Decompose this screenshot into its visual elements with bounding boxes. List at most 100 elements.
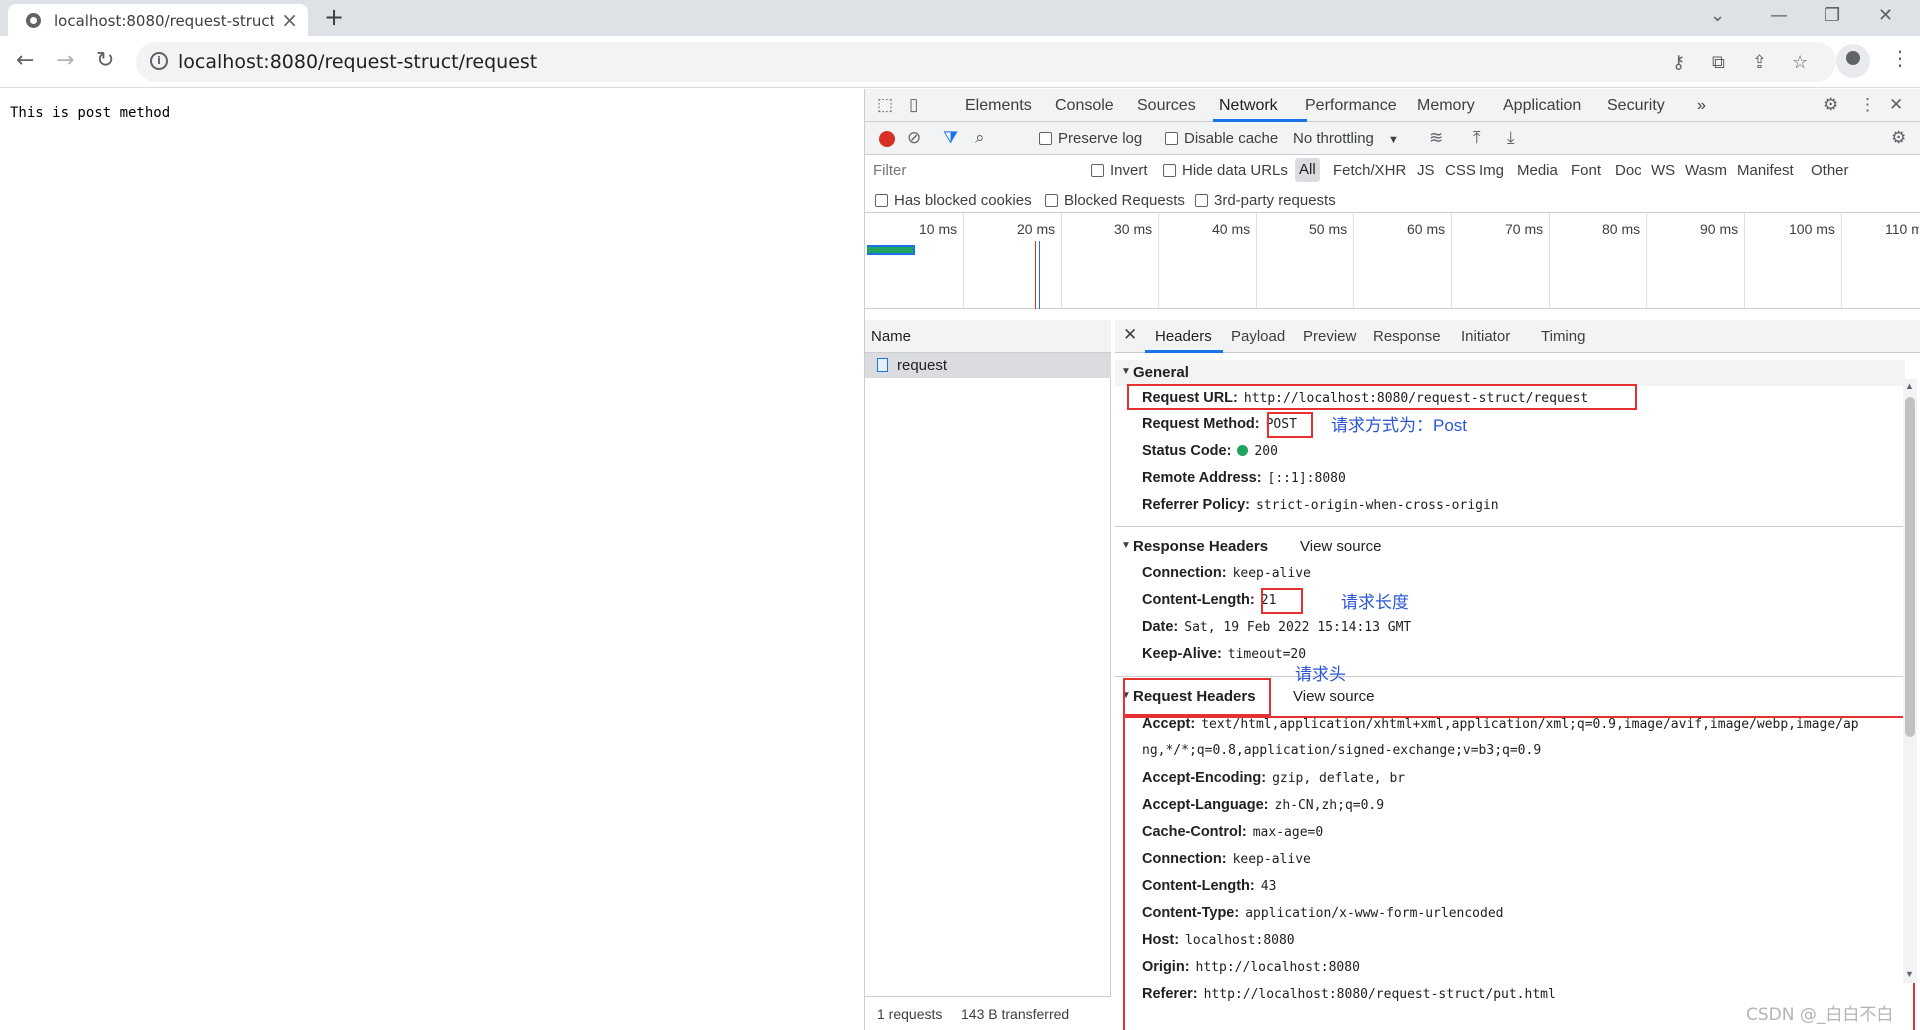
response-keep-alive-row: Keep-Alive: timeout=20	[1142, 646, 1307, 662]
new-tab-icon[interactable]: +	[324, 3, 344, 31]
network-settings-gear-icon[interactable]: ⚙	[1891, 128, 1906, 148]
status-bar: 1 requests 143 B transferred	[865, 996, 1111, 1030]
has-blocked-cookies-checkbox[interactable]: Has blocked cookies	[875, 192, 1032, 209]
network-conditions-icon[interactable]: ≋	[1429, 128, 1443, 148]
tab-response[interactable]: Response	[1373, 328, 1441, 345]
response-headers-section-header[interactable]: ▼ Response Headers View source	[1115, 534, 1905, 560]
grid-line	[1549, 213, 1550, 309]
tab-network[interactable]: Network	[1219, 97, 1278, 115]
request-details-pane: ✕ Headers Payload Preview Response Initi…	[1115, 320, 1920, 1030]
request-view-source-link[interactable]: View source	[1293, 688, 1374, 705]
grid-line	[1646, 213, 1647, 309]
type-filter-media[interactable]: Media	[1517, 162, 1558, 179]
tab-timing[interactable]: Timing	[1541, 328, 1585, 345]
filter-funnel-icon[interactable]: ⧩	[943, 128, 958, 148]
disable-cache-checkbox[interactable]: Disable cache	[1165, 130, 1278, 147]
request-list: Name request 1 requests 143 B transferre…	[865, 320, 1111, 1030]
tab-payload[interactable]: Payload	[1231, 328, 1285, 345]
bookmark-star-icon[interactable]: ☆	[1792, 52, 1808, 73]
third-party-requests-checkbox[interactable]: 3rd-party requests	[1195, 192, 1336, 209]
timeline-tick: 10 ms	[919, 221, 958, 237]
remote-address-row: Remote Address: [::1]:8080	[1142, 470, 1346, 486]
restore-icon[interactable]: ❐	[1824, 5, 1840, 26]
navigation-bar: ← → ↻ i localhost:8080/request-struct/re…	[0, 36, 1920, 88]
type-filter-img[interactable]: Img	[1479, 162, 1504, 179]
import-har-icon[interactable]: ⤒	[1473, 128, 1481, 148]
hide-data-urls-checkbox[interactable]: Hide data URLs	[1163, 162, 1288, 179]
blocked-requests-checkbox[interactable]: Blocked Requests	[1045, 192, 1185, 209]
divider	[1115, 676, 1905, 677]
grid-line	[1061, 213, 1062, 309]
details-scrollbar[interactable]: ▲ ▼	[1903, 379, 1917, 983]
type-filter-css[interactable]: CSS	[1445, 162, 1476, 179]
throttling-select[interactable]: No throttling ▼	[1293, 130, 1399, 147]
search-icon[interactable]: ⌕	[975, 128, 985, 148]
response-view-source-link[interactable]: View source	[1300, 538, 1381, 555]
close-details-icon[interactable]: ✕	[1123, 325, 1137, 345]
invert-checkbox[interactable]: Invert	[1091, 162, 1148, 179]
type-filter-font[interactable]: Font	[1571, 162, 1601, 179]
site-info-icon[interactable]: i	[150, 52, 168, 70]
devtools-menu-icon[interactable]: ⋮	[1859, 95, 1876, 115]
type-filter-wasm[interactable]: Wasm	[1685, 162, 1727, 179]
browser-menu-icon[interactable]: ⋮	[1890, 46, 1910, 70]
chevron-down-icon: ▼	[1388, 134, 1399, 146]
translate-icon[interactable]: ⧉	[1712, 52, 1725, 73]
tab-elements[interactable]: Elements	[965, 97, 1032, 115]
document-icon	[877, 358, 888, 372]
response-connection-row: Connection: keep-alive	[1142, 565, 1311, 581]
name-column-header[interactable]: Name	[865, 320, 1111, 353]
back-arrow-icon[interactable]: ←	[16, 48, 34, 73]
settings-gear-icon[interactable]: ⚙	[1823, 95, 1838, 115]
network-overview-timeline[interactable]: 10 ms 20 ms 30 ms 40 ms 50 ms 60 ms 70 m…	[865, 213, 1920, 309]
tab-initiator[interactable]: Initiator	[1461, 328, 1510, 345]
type-filter-other[interactable]: Other	[1811, 162, 1849, 179]
browser-tab[interactable]: localhost:8080/request-struct/ ×	[8, 4, 308, 36]
window-close-icon[interactable]: ✕	[1878, 5, 1893, 26]
tab-performance[interactable]: Performance	[1305, 97, 1397, 115]
export-har-icon[interactable]: ⤓	[1507, 128, 1515, 148]
tab-headers[interactable]: Headers	[1155, 328, 1212, 345]
type-filter-all[interactable]: All	[1295, 158, 1320, 182]
scroll-up-arrow-icon[interactable]: ▲	[1905, 381, 1914, 391]
request-count: 1 requests	[877, 1006, 943, 1022]
clear-icon[interactable]: ⊘	[907, 128, 921, 148]
reload-icon[interactable]: ↻	[96, 48, 114, 73]
key-icon[interactable]: ⚷	[1672, 52, 1685, 73]
scrollbar-thumb[interactable]	[1905, 397, 1915, 737]
forward-arrow-icon[interactable]: →	[56, 48, 74, 73]
tab-memory[interactable]: Memory	[1417, 97, 1475, 115]
profile-avatar-icon[interactable]	[1836, 44, 1870, 78]
type-filter-ws[interactable]: WS	[1651, 162, 1675, 179]
tab-console[interactable]: Console	[1055, 97, 1114, 115]
timeline-tick: 70 ms	[1505, 221, 1544, 237]
tab-sources[interactable]: Sources	[1137, 97, 1196, 115]
tab-security[interactable]: Security	[1607, 97, 1665, 115]
tab-close-icon[interactable]: ×	[281, 8, 298, 32]
more-tabs-icon[interactable]: »	[1697, 97, 1706, 115]
type-filter-js[interactable]: JS	[1417, 162, 1435, 179]
annotation-box-request-url	[1127, 384, 1637, 410]
general-section-header[interactable]: ▼ General	[1115, 360, 1905, 386]
type-filter-manifest[interactable]: Manifest	[1737, 162, 1794, 179]
record-icon[interactable]	[879, 131, 895, 147]
status-ok-icon	[1237, 445, 1249, 456]
globe-icon	[26, 13, 41, 28]
type-filter-doc[interactable]: Doc	[1615, 162, 1642, 179]
address-url[interactable]: localhost:8080/request-struct/request	[178, 51, 537, 73]
tab-application[interactable]: Application	[1503, 97, 1581, 115]
preserve-log-checkbox[interactable]: Preserve log	[1039, 130, 1142, 147]
inspect-element-icon[interactable]: ⬚	[877, 95, 893, 115]
devtools-close-icon[interactable]: ✕	[1889, 95, 1903, 115]
scroll-down-arrow-icon[interactable]: ▼	[1905, 969, 1914, 979]
minimize-icon[interactable]: —	[1770, 5, 1788, 26]
type-filter-fetch-xhr[interactable]: Fetch/XHR	[1333, 162, 1406, 179]
filter-input[interactable]	[871, 159, 1071, 181]
tab-preview[interactable]: Preview	[1303, 328, 1356, 345]
grid-line	[1158, 213, 1159, 309]
tab-search-chevron-icon[interactable]: ⌄	[1710, 5, 1725, 26]
request-row[interactable]: request	[865, 353, 1111, 378]
share-icon[interactable]: ⇪	[1752, 52, 1767, 73]
address-bar[interactable]: i localhost:8080/request-struct/request …	[136, 42, 1836, 82]
device-toolbar-icon[interactable]: ▯	[909, 95, 918, 115]
